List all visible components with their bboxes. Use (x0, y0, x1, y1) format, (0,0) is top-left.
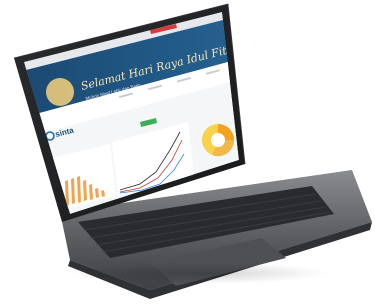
laptop-shadow (70, 262, 330, 284)
screen: Selamat Hari Raya Idul Fitri 1442 H Moho… (24, 12, 239, 214)
donut-chart (202, 124, 235, 157)
laptop-scene: Selamat Hari Raya Idul Fitri 1442 H Moho… (0, 0, 375, 302)
mosque-emblem (46, 78, 74, 106)
laptop-illustration: Selamat Hari Raya Idul Fitri 1442 H Moho… (13, 3, 372, 299)
